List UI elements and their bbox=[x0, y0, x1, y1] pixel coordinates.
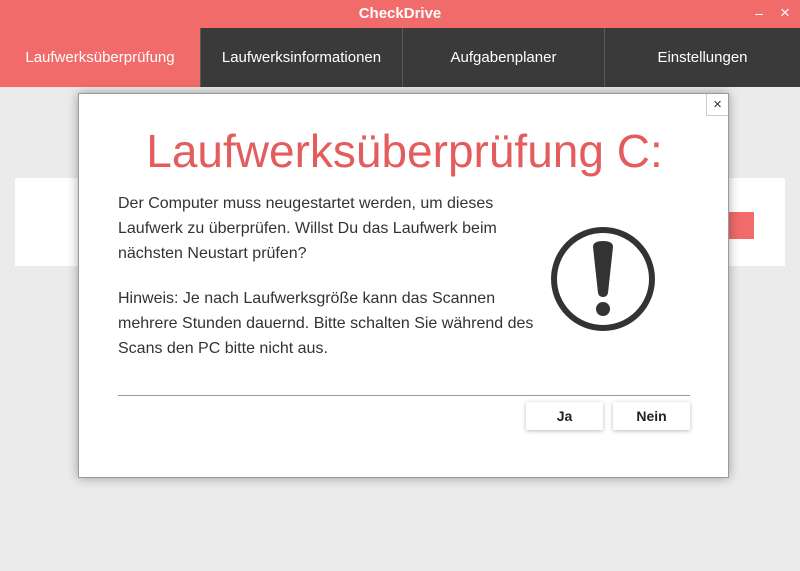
tab-einstellungen[interactable]: Einstellungen bbox=[605, 28, 800, 87]
dialog-message: Der Computer muss neugestartet werden, u… bbox=[118, 195, 497, 262]
no-button[interactable]: Nein bbox=[613, 402, 690, 430]
dialog-close-button[interactable]: × bbox=[706, 94, 728, 116]
exclamation-circle-icon bbox=[551, 227, 655, 331]
dialog-title: Laufwerksüberprüfung C: bbox=[146, 125, 663, 177]
title-bar: CheckDrive – × bbox=[0, 0, 800, 28]
tab-laufwerksueberpruefung[interactable]: Laufwerksüberprüfung bbox=[0, 28, 201, 87]
window-close-button[interactable]: × bbox=[776, 3, 794, 23]
yes-button[interactable]: Ja bbox=[526, 402, 603, 430]
window-title: CheckDrive bbox=[358, 5, 442, 22]
tab-laufwerksinformationen[interactable]: Laufwerksinformationen bbox=[201, 28, 403, 87]
tab-aufgabenplaner[interactable]: Aufgabenplaner bbox=[403, 28, 605, 87]
dialog-divider bbox=[118, 395, 690, 396]
minimize-button[interactable]: – bbox=[750, 3, 768, 23]
main-nav: Laufwerksüberprüfung Laufwerksinformatio… bbox=[0, 28, 800, 87]
dialog-note: Hinweis: Je nach Laufwerksgröße kann das… bbox=[118, 290, 534, 357]
check-drive-dialog: × Laufwerksüberprüfung C: Der Computer m… bbox=[78, 93, 729, 478]
